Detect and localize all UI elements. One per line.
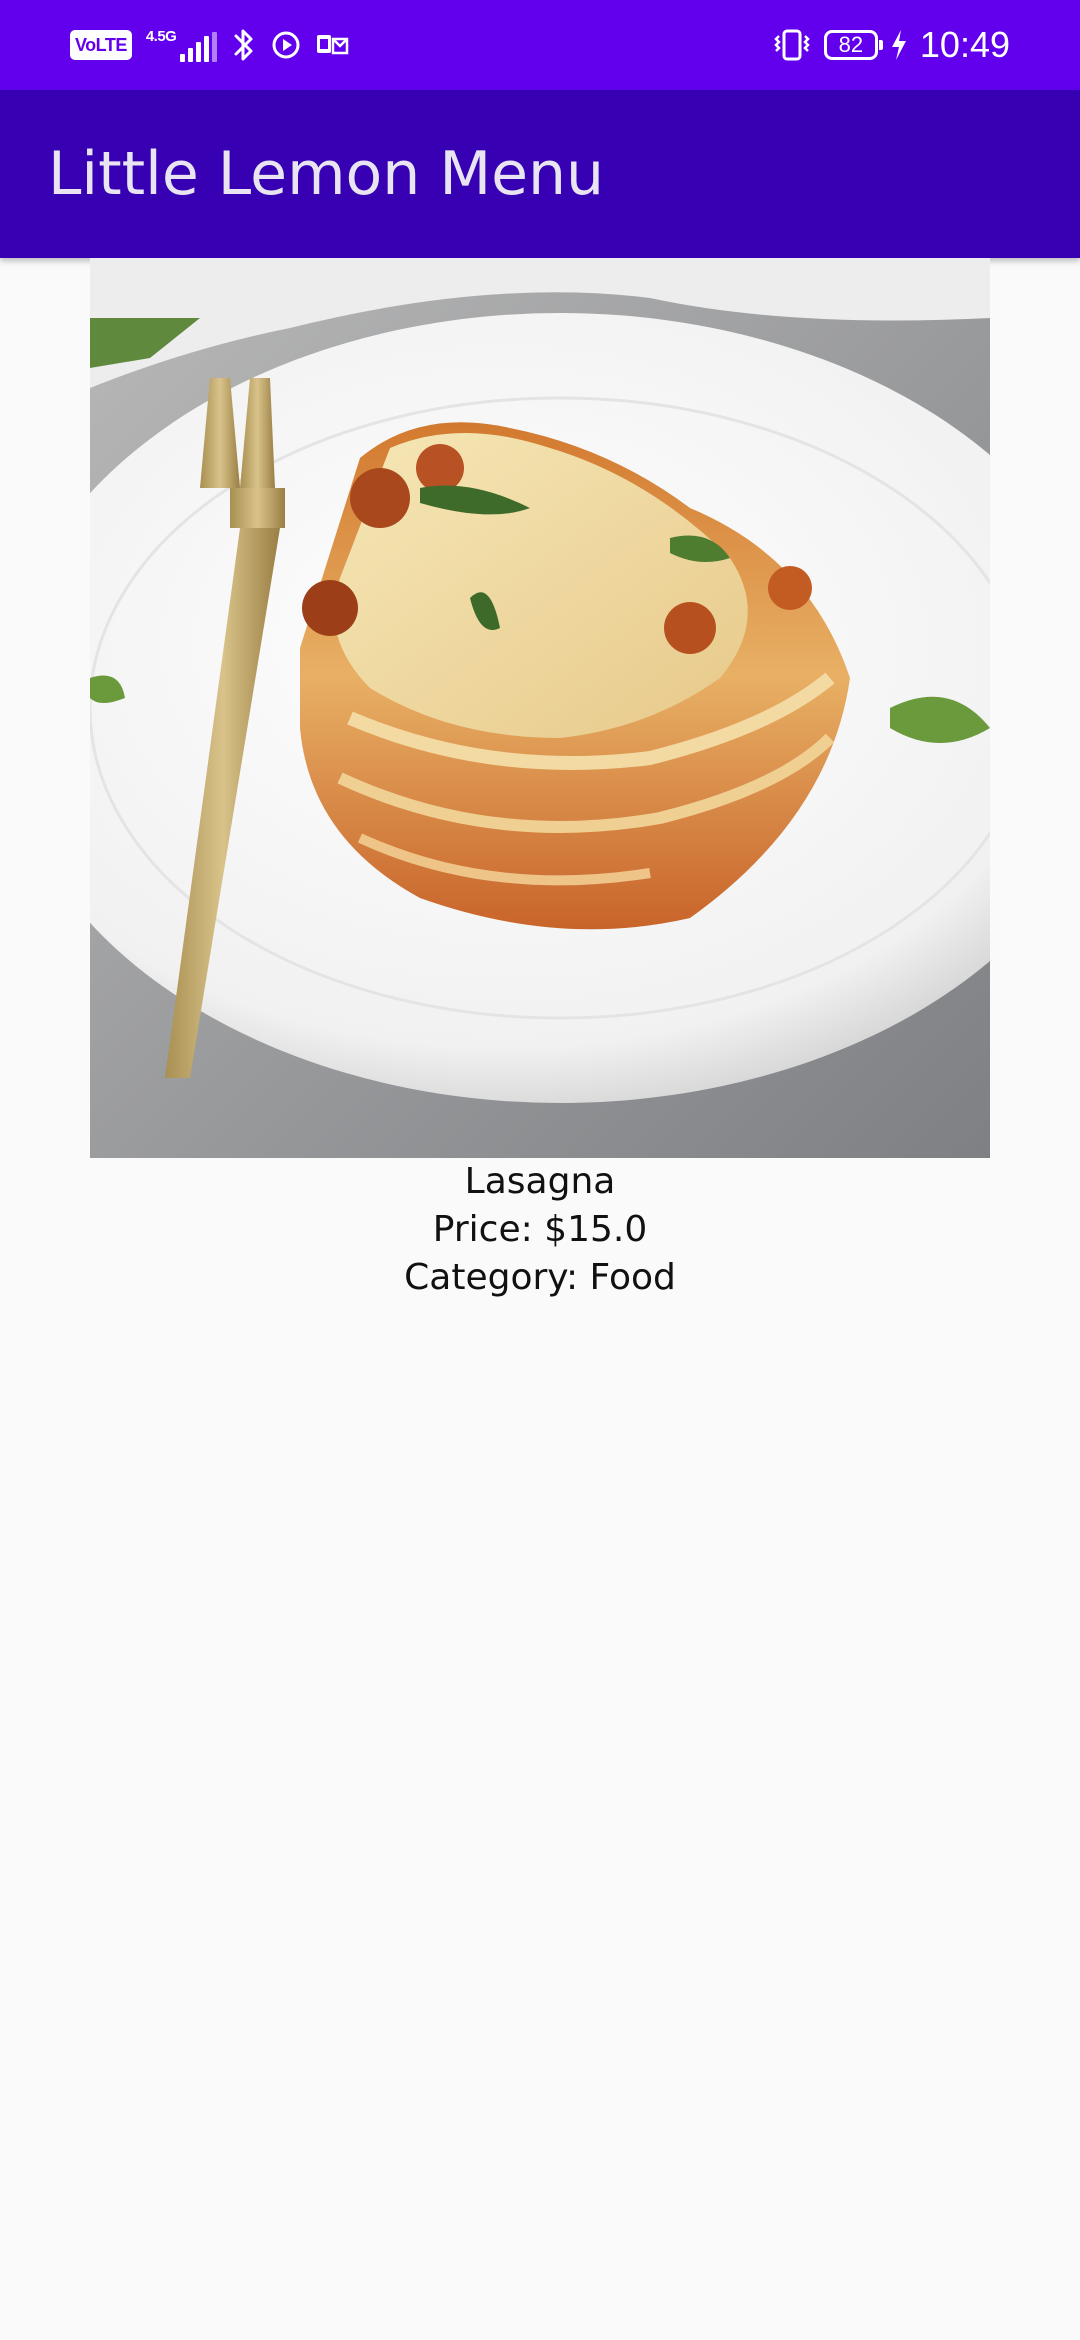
status-bar-left: VoLTE 4.5G [70,24,349,66]
bluetooth-icon [231,27,257,63]
vibrate-icon [772,28,812,62]
status-bar: VoLTE 4.5G 82 10:49 [0,0,1080,90]
volte-icon: VoLTE [70,30,132,60]
status-bar-right: 82 10:49 [772,22,1010,68]
signal-bars [180,31,218,62]
dish-image [90,258,990,1158]
network-type-label: 4.5G [145,27,177,45]
clock: 10:49 [919,24,1010,65]
signal-icon: 4.5G [146,29,218,62]
lasagna-photo [90,258,990,1158]
charging-icon [890,29,908,61]
battery-icon: 82 [823,30,883,60]
notification-icon [315,31,349,59]
app-bar: Little Lemon Menu [0,90,1080,258]
dish-price: Price: $15.0 [432,1209,648,1250]
app-title: Little Lemon Menu [48,139,605,209]
media-play-icon [271,30,301,60]
battery-level: 82 [838,32,864,57]
dish-info: Lasagna Price: $15.0 Category: Food [0,1158,1080,1302]
dish-name: Lasagna [464,1161,616,1202]
dish-category: Category: Food [404,1257,676,1298]
